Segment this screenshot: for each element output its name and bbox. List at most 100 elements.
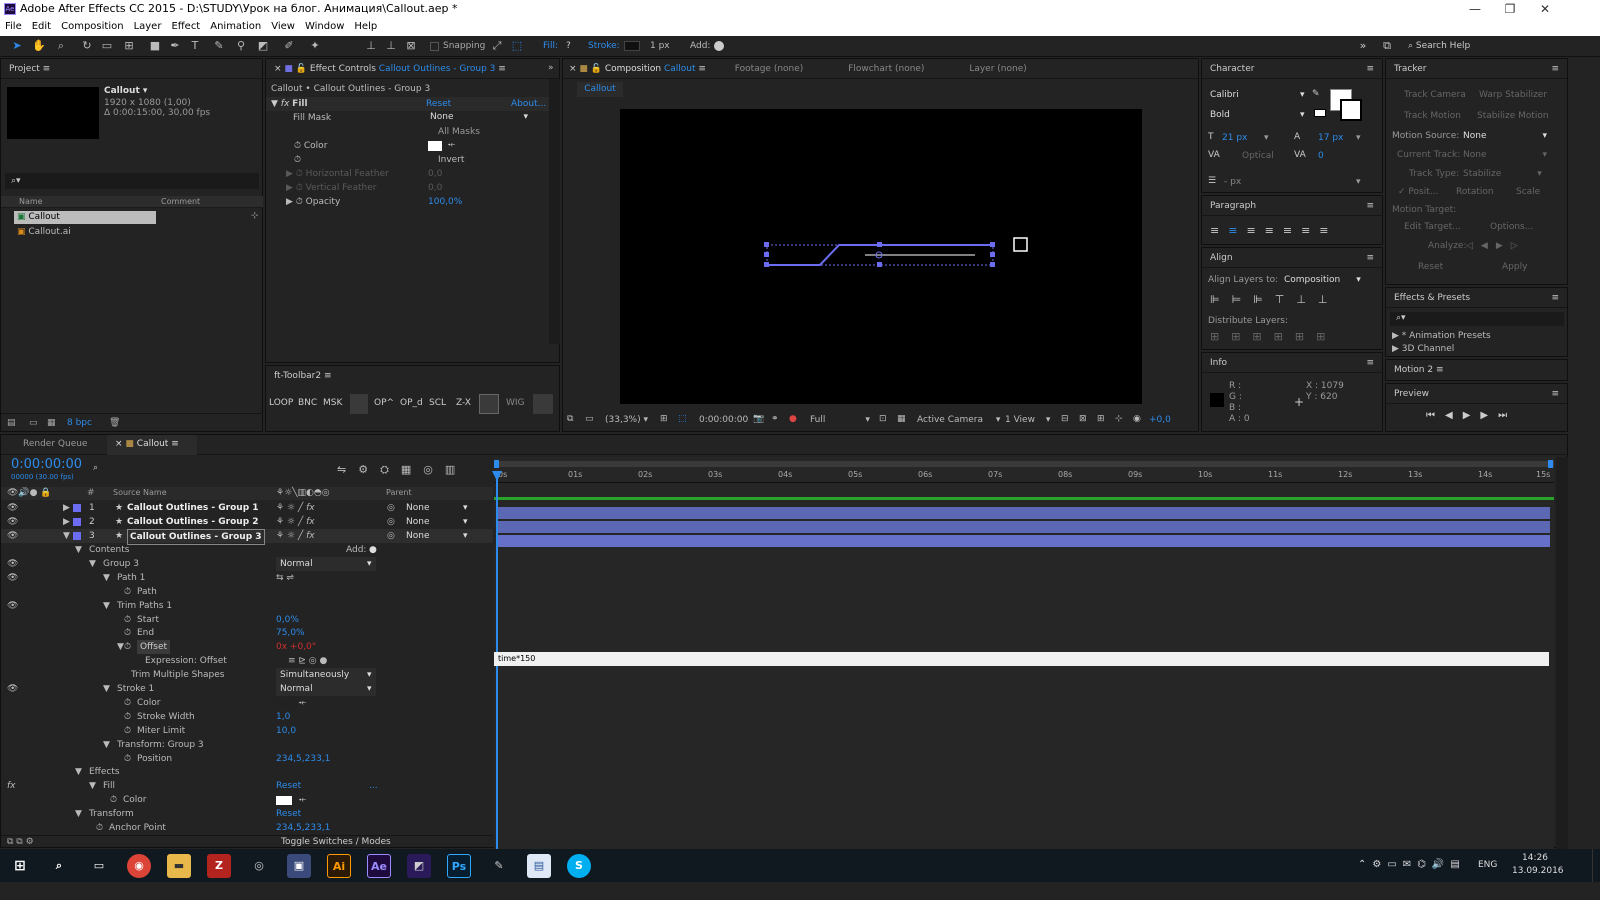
- time-ruler[interactable]: 0s 01s 02s 03s 04s 05s 06s 07s 08s 09s 10s 11s 12s 13…: [494, 469, 1554, 483]
- show-snapshot-icon[interactable]: ⚭: [771, 414, 779, 424]
- handle[interactable]: [877, 262, 882, 267]
- warp-stabilizer-button[interactable]: Warp Stabilizer: [1479, 90, 1547, 100]
- stopwatch-icon[interactable]: ⏱: [124, 585, 131, 599]
- expand-triangle-icon[interactable]: ▶: [63, 501, 70, 515]
- photoshop-icon[interactable]: Ps: [447, 854, 471, 878]
- distribute-buttons[interactable]: ⊞⊞⊞⊞⊞⊞: [1210, 330, 1337, 343]
- stopwatch-icon[interactable]: ⏱: [294, 141, 304, 151]
- rotate-tool-icon[interactable]: ↻: [78, 38, 96, 54]
- expression-controls-icons[interactable]: ≡ ⊵ ◎ ●: [288, 654, 327, 668]
- col-source-name[interactable]: Source Name: [113, 488, 167, 497]
- handle[interactable]: [877, 242, 882, 247]
- property-row[interactable]: ⏱ Anchor Point 234,5,233,1: [1, 821, 493, 835]
- property-row[interactable]: fx ▼ Fill Reset...: [1, 779, 493, 793]
- eyedropper-icon[interactable]: ⤝: [299, 793, 306, 807]
- system-tray-icons[interactable]: ⌃⚙▭✉⌬🔊▤: [1358, 859, 1466, 870]
- animation-presets-item[interactable]: ▶ * Animation Presets: [1392, 331, 1491, 341]
- chevron-down-icon[interactable]: ▾: [367, 682, 372, 696]
- snapshot-icon[interactable]: 📷: [753, 414, 764, 424]
- pickwhip-icon[interactable]: ◎: [387, 515, 395, 529]
- snapping-checkbox[interactable]: [430, 42, 439, 51]
- monitor-icon[interactable]: ▭: [585, 414, 594, 424]
- property-row[interactable]: 👁 ▼ Path 1 ⇆ ⇌: [1, 571, 493, 585]
- kerning-value[interactable]: Optical: [1242, 151, 1274, 161]
- chevron-down-icon[interactable]: ▾: [463, 515, 468, 529]
- file-explorer-icon[interactable]: ▬: [167, 854, 191, 878]
- property-value[interactable]: 234,5,233,1: [276, 752, 330, 766]
- menu-window[interactable]: Window: [300, 19, 349, 34]
- stopwatch-icon[interactable]: ⏱: [124, 710, 131, 724]
- expand-triangle-icon[interactable]: ▼: [75, 543, 82, 557]
- layer-switch-icons[interactable]: ⚘ ☼ ╱ fx: [276, 515, 315, 529]
- tab-footage[interactable]: Footage (none): [735, 64, 804, 74]
- parent-dropdown[interactable]: None: [406, 529, 429, 543]
- handle[interactable]: [990, 252, 995, 257]
- panel-menu-icon[interactable]: ≡: [1551, 384, 1559, 404]
- stroke-width-value[interactable]: - px: [1224, 177, 1241, 187]
- timeline-timecode[interactable]: 0:00:00:00: [11, 457, 82, 472]
- safe-margins-icon[interactable]: ⊞: [660, 414, 668, 424]
- layer-1-duration-bar[interactable]: [496, 507, 1550, 519]
- analyze-buttons[interactable]: ◁◀▶▷: [1466, 241, 1526, 251]
- op-d-button[interactable]: OP_d: [400, 398, 423, 408]
- exposure-icon[interactable]: ◉: [1133, 414, 1141, 424]
- property-row[interactable]: ⏱ Start 0,0%: [1, 613, 493, 627]
- property-row[interactable]: ▼ Transform: Group 3: [1, 738, 493, 752]
- property-value[interactable]: 234,5,233,1: [276, 821, 330, 835]
- expand-triangle-icon[interactable]: ▼: [89, 779, 96, 793]
- font-style-dropdown[interactable]: Bold ▾: [1210, 110, 1310, 120]
- brush-tool-icon[interactable]: ✎: [210, 38, 228, 54]
- vertical-feather-value[interactable]: 0,0: [428, 183, 442, 193]
- fx-switch-icon[interactable]: fx: [7, 779, 16, 793]
- msk-button[interactable]: MSK: [323, 398, 342, 408]
- pickwhip-icon[interactable]: ◎: [387, 501, 395, 515]
- close-icon[interactable]: ✕: [1530, 0, 1560, 19]
- stroke-color-swatch[interactable]: [276, 698, 294, 707]
- type-tool-icon[interactable]: T: [186, 38, 204, 54]
- transparency-grid-icon[interactable]: ▦: [897, 414, 906, 424]
- fill-color-swatch[interactable]: [276, 796, 292, 806]
- stopwatch-icon[interactable]: ⏱: [124, 626, 131, 640]
- new-folder-icon[interactable]: ▭: [29, 418, 38, 428]
- tab-composition[interactable]: Composition Callout: [605, 64, 696, 74]
- stopwatch-icon[interactable]: ⏱: [124, 724, 131, 738]
- preview-controls[interactable]: ⏮◀▶▶⏭: [1426, 410, 1517, 421]
- search-icon[interactable]: ⌕: [47, 854, 71, 878]
- expand-triangle-icon[interactable]: ▼: [75, 765, 82, 779]
- more-options-icon[interactable]: ...: [369, 779, 378, 793]
- comp-subtab-callout[interactable]: Callout: [577, 82, 623, 97]
- roi-icon[interactable]: ⊡: [879, 414, 887, 424]
- property-row[interactable]: ⏱ Path: [1, 585, 493, 599]
- visibility-eye-icon[interactable]: 👁: [7, 599, 18, 613]
- layer-2-duration-bar[interactable]: [496, 521, 1550, 533]
- menu-edit[interactable]: Edit: [27, 19, 56, 34]
- local-axis-icon[interactable]: ⊥: [362, 38, 380, 54]
- stopwatch-icon[interactable]: ⏱: [124, 696, 131, 710]
- col-name[interactable]: Name: [19, 197, 43, 206]
- handle[interactable]: [990, 262, 995, 267]
- after-effects-icon[interactable]: Ae: [367, 854, 391, 878]
- property-row[interactable]: ▼ Transform Reset: [1, 807, 493, 821]
- reset-button[interactable]: Reset: [1418, 262, 1443, 272]
- fast-preview-icon[interactable]: ⊠: [1079, 414, 1087, 424]
- anchor-center-icon[interactable]: [479, 394, 499, 414]
- fill-label[interactable]: Fill:: [543, 41, 558, 51]
- property-value[interactable]: 1,0: [276, 710, 290, 724]
- current-time-display[interactable]: 0:00:00:00: [699, 415, 748, 425]
- horizontal-feather-value[interactable]: 0,0: [428, 169, 442, 179]
- split-icon[interactable]: [350, 394, 368, 414]
- interpret-footage-icon[interactable]: ▤: [7, 418, 16, 428]
- stabilize-motion-button[interactable]: Stabilize Motion: [1477, 111, 1549, 121]
- layer-row[interactable]: 👁 ▶ 2 ★ Callout Outlines - Group 2 ⚘ ☼ ╱ fx ◎ N…: [1, 515, 493, 529]
- effect-controls-scrollbar[interactable]: [549, 79, 560, 344]
- parent-dropdown[interactable]: None: [406, 501, 429, 515]
- property-row[interactable]: 👁 ▼ Stroke 1 Normal ▾: [1, 682, 493, 696]
- tab-layer[interactable]: Layer (none): [969, 64, 1026, 74]
- edit-target-button[interactable]: Edit Target...: [1404, 222, 1461, 232]
- expression-field[interactable]: time*150: [494, 652, 1549, 666]
- resolution-dropdown[interactable]: Full ▾: [810, 415, 870, 425]
- property-value[interactable]: Normal: [276, 556, 376, 571]
- sync-settings-icon[interactable]: ⧉: [1378, 38, 1396, 54]
- chevron-down-icon[interactable]: ▾: [1356, 133, 1361, 143]
- handle[interactable]: [764, 242, 769, 247]
